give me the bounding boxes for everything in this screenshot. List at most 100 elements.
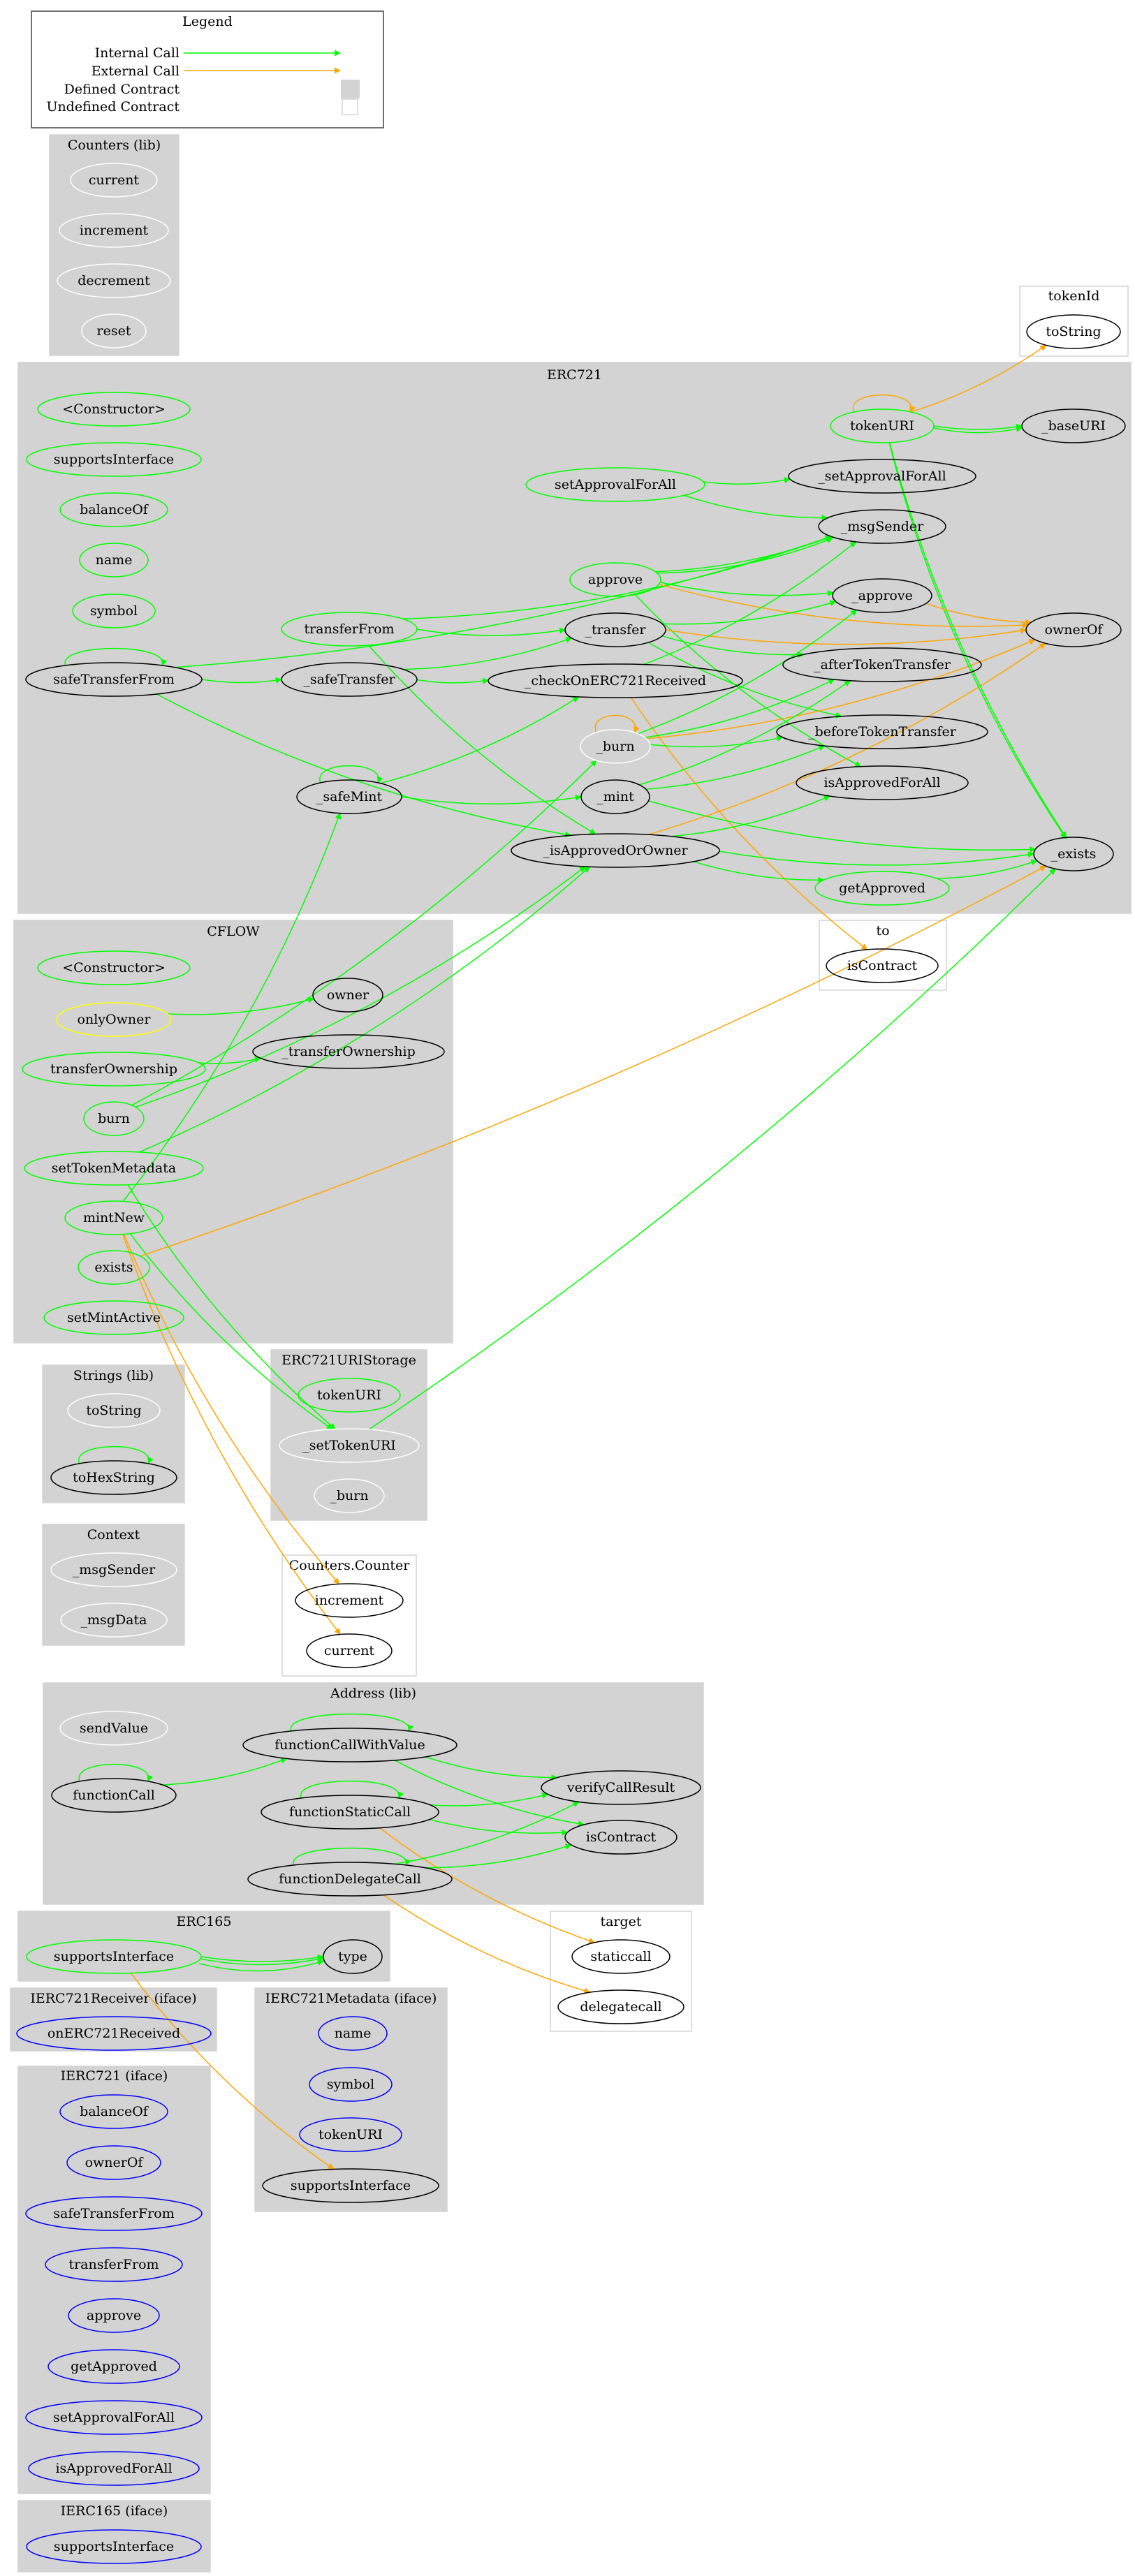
node-label: supportsInterface [54, 1949, 174, 1964]
node-label: balanceOf [80, 2104, 149, 2119]
cluster-ierc721: IERC721 (iface) [17, 2066, 211, 2494]
node-label: transferFrom [304, 621, 394, 637]
cluster-title: Address (lib) [330, 1686, 416, 1701]
node-label: onlyOwner [78, 1012, 152, 1027]
cluster-ierc721receiver: IERC721Receiver (iface) [10, 1987, 217, 2052]
node-label: balanceOf [80, 502, 149, 517]
cluster-title: ERC721URIStorage [281, 1353, 416, 1368]
legend-defined-swatch [341, 80, 360, 98]
legend-label-external: External Call [91, 64, 180, 79]
node-label: _msgSender [73, 1562, 156, 1577]
node-label: toString [86, 1403, 141, 1418]
legend-label-defined: Defined Contract [64, 82, 180, 97]
node-label: symbol [90, 603, 138, 619]
node-label: <Constructor> [62, 960, 166, 976]
node-label: <Constructor> [62, 402, 166, 417]
node-label: transferOwnership [50, 1061, 177, 1077]
node-label: _transfer [585, 622, 647, 638]
node-label: _msgSender [841, 519, 924, 534]
node-label: _checkOnERC721Received [525, 673, 706, 689]
node-label: sendValue [80, 1721, 148, 1736]
legend-label-internal: Internal Call [95, 45, 180, 61]
cluster-title: IERC721Receiver (iface) [30, 1991, 196, 2006]
cluster-title: CFLOW [207, 924, 260, 939]
node-label: reset [97, 323, 131, 339]
node-label: _msgData [81, 1612, 147, 1628]
node-label: current [89, 172, 140, 188]
node-label: getApproved [71, 2359, 157, 2374]
node-label: setApprovalForAll [53, 2410, 175, 2425]
node-label: supportsInterface [54, 452, 174, 467]
node-label: setApprovalForAll [555, 477, 676, 492]
node-label: _afterTokenTransfer [814, 657, 951, 672]
legend-label-undefined: Undefined Contract [46, 99, 180, 115]
node-label: increment [315, 1593, 384, 1608]
node-label: supportsInterface [54, 2539, 174, 2554]
node-label: approve [87, 2308, 141, 2323]
legend-title: Legend [182, 14, 233, 29]
node-label: setTokenMetadata [52, 1161, 176, 1176]
node-label: _beforeTokenTransfer [808, 724, 957, 739]
node-label: _transferOwnership [281, 1044, 416, 1059]
node-label: exists [94, 1260, 133, 1275]
node-label: _setApprovalForAll [818, 469, 946, 484]
node-label: _isApprovedOrOwner [543, 843, 688, 858]
node-label: isApprovedForAll [55, 2461, 172, 2476]
node-label: toHexString [73, 1470, 155, 1485]
cluster-title: IERC721Metadata (iface) [265, 1991, 437, 2006]
node-label: _burn [596, 739, 634, 754]
node-label: _setTokenURI [302, 1438, 396, 1453]
cluster-frame [49, 134, 180, 356]
node-label: _safeMint [316, 789, 383, 804]
node-label: ownerOf [1045, 622, 1104, 638]
legend-undefined-swatch [342, 98, 358, 115]
node-label: supportsInterface [291, 2178, 411, 2193]
cluster-erc165: ERC165 [17, 1911, 390, 1982]
node-label: decrement [78, 273, 150, 288]
node-label: safeTransferFrom [53, 672, 175, 687]
node-label: verifyCallResult [566, 1780, 675, 1795]
node-label: increment [80, 223, 149, 238]
node-label: onERC721Received [47, 2026, 180, 2041]
node-label: functionCall [73, 1788, 155, 1803]
node-label: isContract [847, 958, 918, 973]
cluster-title: IERC721 (iface) [61, 2068, 168, 2084]
node-label: functionStaticCall [289, 1804, 411, 1820]
node-label: mintNew [83, 1210, 145, 1226]
node-label: burn [98, 1111, 130, 1126]
legend: Legend Internal Call External Call Defin… [31, 10, 384, 128]
node-label: transferFrom [68, 2257, 159, 2272]
node-label: tokenURI [317, 1388, 381, 1403]
node-label: approve [588, 572, 643, 587]
node-label: isContract [586, 1830, 657, 1845]
node-label: name [96, 552, 133, 568]
cluster-title: Counters.Counter [289, 1558, 411, 1573]
node-label: _mint [596, 789, 634, 804]
node-label: name [335, 2026, 372, 2041]
node-label: isApprovedForAll [823, 775, 940, 790]
node-label: tokenURI [318, 2127, 383, 2142]
cluster-frame [17, 2066, 211, 2494]
node-label: _baseURI [1041, 418, 1106, 434]
cluster-title: Strings (lib) [73, 1368, 154, 1383]
node-label: tokenURI [850, 418, 914, 434]
node-label: symbol [327, 2077, 374, 2092]
node-label: _burn [330, 1488, 368, 1503]
node-label: _exists [1051, 846, 1097, 862]
clusters-layer: Counters (lib) tokenId ERC721 to CFLOW String… [10, 134, 1132, 2573]
cluster-frame [13, 920, 453, 1344]
node-label: safeTransferFrom [53, 2206, 175, 2221]
node-label: _approve [851, 588, 913, 603]
cluster-title: ERC721 [547, 367, 602, 383]
cluster-title: Counters (lib) [68, 138, 161, 153]
node-label: functionDelegateCall [279, 1871, 421, 1887]
cluster-cflow: CFLOW [13, 920, 453, 1344]
cluster-title: Context [87, 1527, 140, 1543]
call-graph: Legend Internal Call External Call Defin… [10, 10, 1132, 2573]
cluster-title: IERC165 (iface) [61, 2503, 168, 2519]
node-label: functionCallWithValue [274, 1737, 425, 1753]
node-label: toString [1046, 324, 1101, 339]
cluster-counters_lib: Counters (lib) [49, 134, 180, 356]
node-label: current [324, 1643, 375, 1658]
node-label: owner [327, 987, 369, 1003]
